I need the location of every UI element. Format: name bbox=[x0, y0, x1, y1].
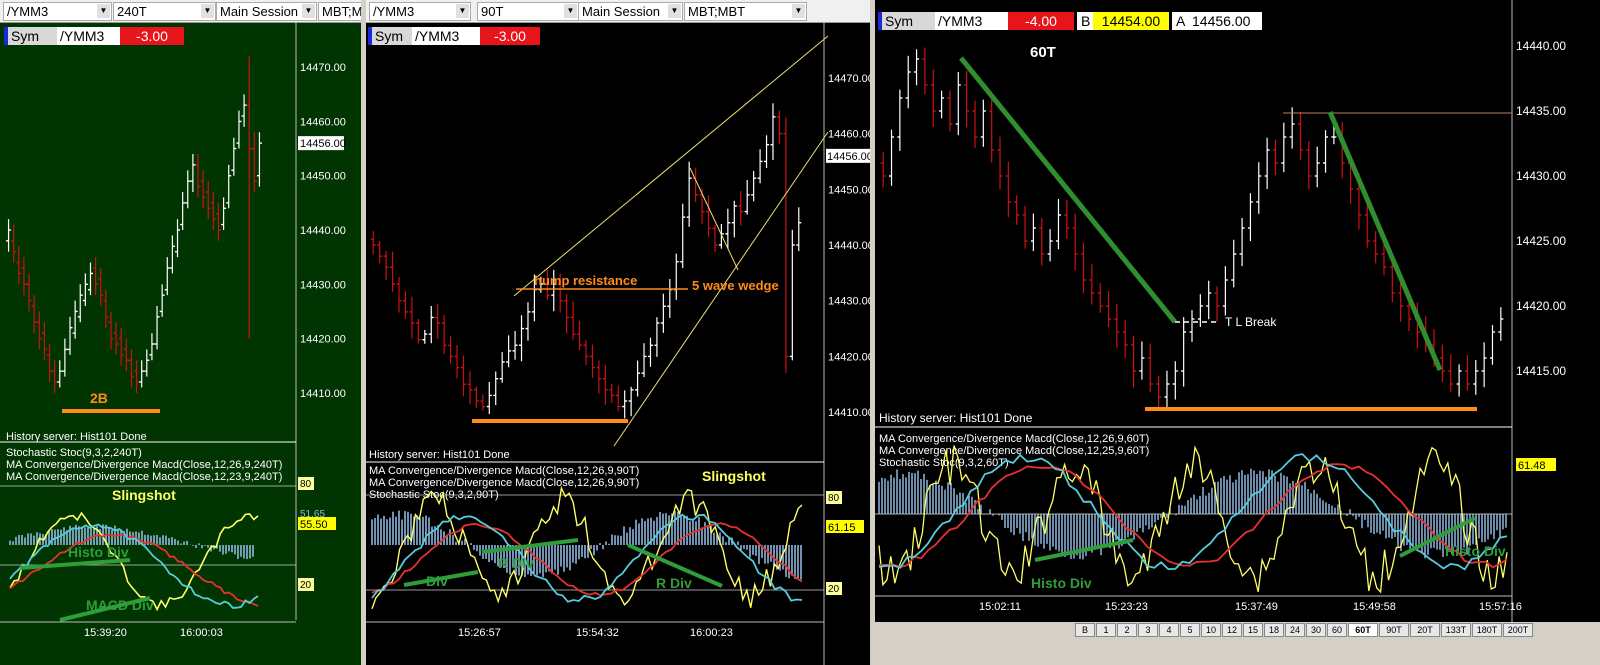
price-tick-label: 14425.00 bbox=[1516, 234, 1566, 248]
annotation-wedge: 5 wave wedge bbox=[692, 278, 779, 293]
price-tick-label: 14420.00 bbox=[300, 334, 346, 346]
ind-tick-80: 80 bbox=[828, 493, 840, 504]
annotation-div: Div bbox=[426, 573, 448, 589]
interval-tab[interactable]: 90T bbox=[1379, 623, 1409, 637]
annotation-histo-div: Histo Div bbox=[68, 544, 129, 560]
interval-tab[interactable]: 60T bbox=[1348, 623, 1378, 637]
price-tick-label: 14440.00 bbox=[1516, 39, 1566, 53]
time-label: 15:39:20 bbox=[84, 627, 127, 639]
indicator-label: MA Convergence/Divergence Macd(Close,12,… bbox=[369, 465, 639, 477]
price-tick-label: 14470.00 bbox=[828, 73, 870, 85]
price-tick-label: 14430.00 bbox=[1516, 169, 1566, 183]
price-tick-label: 14435.00 bbox=[1516, 104, 1566, 118]
interval-tab[interactable]: 18 bbox=[1264, 623, 1284, 637]
time-label: 15:37:49 bbox=[1235, 601, 1278, 613]
annotation-histo-div-2: Histo Div bbox=[1445, 543, 1506, 559]
time-label: 16:00:23 bbox=[690, 627, 733, 639]
interval-tab[interactable]: 3 bbox=[1138, 623, 1158, 637]
ind-tick-20: 20 bbox=[828, 584, 840, 595]
interval-tab[interactable]: 15 bbox=[1243, 623, 1263, 637]
history-label: History server: Hist101 Done bbox=[6, 431, 147, 443]
ind-value: 55.50 bbox=[300, 519, 328, 531]
interval-tab[interactable]: 30 bbox=[1306, 623, 1326, 637]
histo-div-line bbox=[19, 558, 131, 570]
interval-tab[interactable]: 10 bbox=[1201, 623, 1221, 637]
price-tick-label: 14460.00 bbox=[300, 116, 346, 128]
annotation-slingshot: Slingshot bbox=[112, 487, 176, 503]
price-tick-label: 14430.00 bbox=[828, 296, 870, 308]
ind-value: 61.48 bbox=[1518, 460, 1546, 472]
panel2-chart-svg: 14470.00 14460.00 14450.00 14440.00 14430.00… bbox=[366, 22, 870, 665]
ind-tick-80: 80 bbox=[300, 479, 312, 490]
current-price-label: 14456.00 bbox=[300, 138, 346, 150]
time-label: 15:23:23 bbox=[1105, 601, 1148, 613]
history-label: History server: Hist101 Done bbox=[879, 411, 1033, 425]
chart-panel-90t: /YMM3 ▼ 90T ▼ Main Session ▼ MBT;MBT ▼ Sym /… bbox=[366, 0, 870, 665]
indicator-label: MA Convergence/Divergence Macd(Close,12,… bbox=[6, 459, 282, 471]
price-tick-label: 14420.00 bbox=[1516, 299, 1566, 313]
interval-tab[interactable]: 20T bbox=[1410, 623, 1440, 637]
annotation-slingshot: Slingshot bbox=[702, 468, 766, 484]
time-label: 15:02:11 bbox=[979, 601, 1021, 613]
indicator-label: MA Convergence/Divergence Macd(Close,12,… bbox=[6, 471, 282, 483]
time-label: 16:00:03 bbox=[180, 627, 223, 639]
time-label: 15:26:57 bbox=[458, 627, 501, 639]
timeframe-label: 60T bbox=[1030, 44, 1056, 61]
interval-tab-bar: B 1 2 3 4 5 10 12 15 18 24 30 60 60T 90T 20T 133T 180T 200… bbox=[875, 622, 1600, 637]
wedge-inner-line bbox=[689, 167, 739, 271]
interval-tab[interactable]: B bbox=[1075, 623, 1095, 637]
annotation-hump: hump resistance bbox=[534, 273, 637, 288]
price-tick-label: 14410.00 bbox=[828, 407, 870, 419]
time-label: 15:57:16 bbox=[1479, 601, 1522, 613]
current-price-label: 14456.00 bbox=[827, 151, 870, 163]
price-tick-label: 14415.00 bbox=[1516, 364, 1566, 378]
interval-tab[interactable]: 4 bbox=[1159, 623, 1179, 637]
price-tick-label: 14410.00 bbox=[300, 388, 346, 400]
panel1-chart-svg: 14470.00 14460.00 14450.00 14440.00 14430.00… bbox=[0, 22, 346, 639]
interval-tab[interactable]: 60 bbox=[1327, 623, 1347, 637]
history-label: History server: Hist101 Done bbox=[369, 449, 510, 461]
indicator-label: Stochastic Stoc(9,3,2,240T) bbox=[6, 447, 142, 459]
annotation-rdiv-2: R Div bbox=[656, 575, 692, 591]
indicator-label: MA Convergence/Divergence Macd(Close,12,… bbox=[879, 445, 1149, 457]
price-tick-label: 14450.00 bbox=[300, 171, 346, 183]
trendline-1 bbox=[959, 56, 1177, 324]
interval-tab[interactable]: 2 bbox=[1117, 623, 1137, 637]
macd-signal-line bbox=[9, 533, 259, 607]
interval-tab[interactable]: 180T bbox=[1472, 623, 1502, 637]
interval-tab[interactable]: 5 bbox=[1180, 623, 1200, 637]
price-tick-label: 14430.00 bbox=[300, 279, 346, 291]
annotation-tl-break: T L Break bbox=[1225, 315, 1277, 329]
price-tick-label: 14420.00 bbox=[828, 351, 870, 363]
chart-panel-240t: /YMM3 ▼ 240T ▼ Main Session ▼ MBT;M Sym /YM… bbox=[0, 0, 361, 665]
price-tick-label: 14460.00 bbox=[828, 129, 870, 141]
interval-tab[interactable]: 24 bbox=[1285, 623, 1305, 637]
stochastic-line bbox=[9, 511, 259, 612]
price-tick-label: 14470.00 bbox=[300, 62, 346, 74]
interval-tab[interactable]: 12 bbox=[1222, 623, 1242, 637]
annotation-histo-div-1: Histo Div bbox=[1031, 575, 1092, 591]
ind-value: 61.15 bbox=[828, 522, 856, 534]
ind-tick-20: 20 bbox=[300, 580, 312, 591]
price-tick-label: 14440.00 bbox=[828, 240, 870, 252]
panel3-chart-svg: 60T 14440.00 14435.00 14430.00 14425.00 14420… bbox=[875, 0, 1566, 622]
time-label: 15:49:58 bbox=[1353, 601, 1396, 613]
annotation-macd-div: MACD Div bbox=[86, 597, 154, 613]
interval-tab[interactable]: 1 bbox=[1096, 623, 1116, 637]
interval-tab[interactable]: 133T bbox=[1441, 623, 1471, 637]
price-tick-label: 14440.00 bbox=[300, 225, 346, 237]
interval-tab[interactable]: 200T bbox=[1503, 623, 1533, 637]
annotation-2b: 2B bbox=[90, 390, 108, 406]
time-label: 15:54:32 bbox=[576, 627, 619, 639]
wedge-upper-line bbox=[513, 35, 829, 297]
price-tick-label: 14450.00 bbox=[828, 184, 870, 196]
trendline-2 bbox=[1327, 111, 1443, 371]
indicator-label: MA Convergence/Divergence Macd(Close,12,… bbox=[879, 433, 1149, 445]
chart-panel-60t: Sym /YMM3 -4.00 B 14454.00 A 14456.00 60… bbox=[875, 0, 1600, 622]
indicator-label: MA Convergence/Divergence Macd(Close,12,… bbox=[369, 477, 639, 489]
annotation-rdiv-1: R Div bbox=[498, 555, 534, 571]
